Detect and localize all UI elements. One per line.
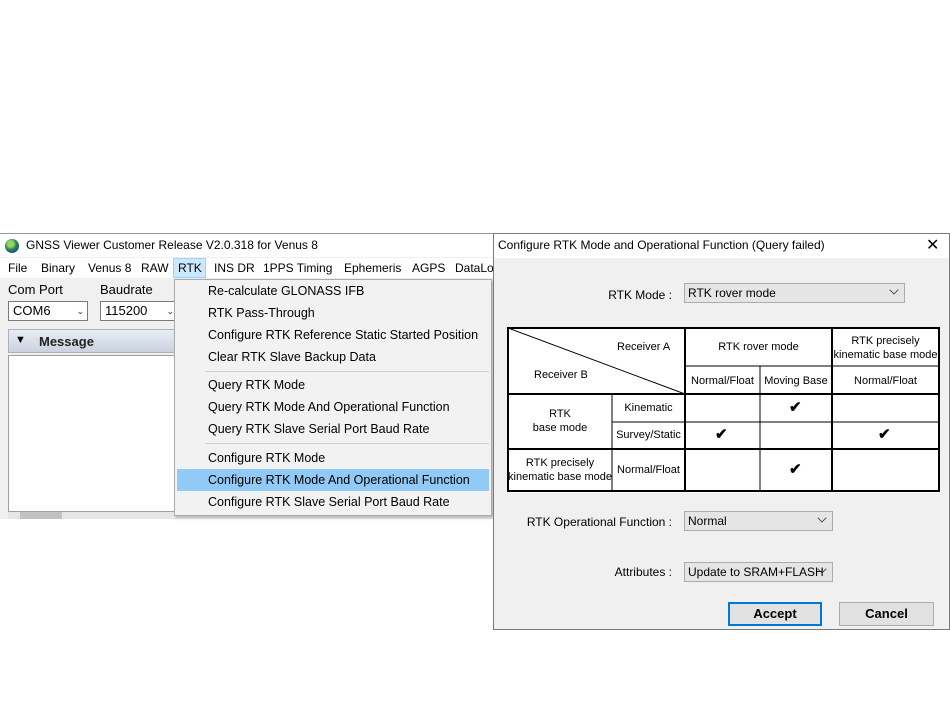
menu-item-query-rtk-mode-opfunc[interactable]: Query RTK Mode And Operational Function bbox=[177, 396, 489, 418]
menu-item-rtk-pass-through[interactable]: RTK Pass-Through bbox=[177, 302, 489, 324]
rtk-mode-value: RTK rover mode bbox=[688, 286, 776, 300]
attributes-value: Update to SRAM+FLASH bbox=[688, 565, 824, 579]
chevron-down-icon: ⌄ bbox=[76, 306, 84, 316]
cancel-button[interactable]: Cancel bbox=[839, 602, 934, 626]
row-group-base-l1: RTK bbox=[549, 408, 571, 420]
row-survey-static: Survey/Static bbox=[616, 429, 681, 441]
menu-agps[interactable]: AGPS bbox=[408, 258, 449, 278]
menu-item-recalc-glonass-ifb[interactable]: Re-calculate GLONASS IFB bbox=[177, 280, 489, 302]
col-group-pkb-l2: kinematic base mode bbox=[833, 349, 938, 361]
row-group-base-l2: base mode bbox=[532, 422, 588, 434]
dialog-titlebar: Configure RTK Mode and Operational Funct… bbox=[494, 234, 949, 258]
receiver-b-label: Receiver B bbox=[534, 369, 588, 381]
op-function-select[interactable]: Normal bbox=[684, 511, 833, 531]
menu-file[interactable]: File bbox=[4, 258, 31, 278]
dialog-title: Configure RTK Mode and Operational Funct… bbox=[498, 238, 825, 252]
rtk-dropdown-menu: Re-calculate GLONASS IFB RTK Pass-Throug… bbox=[174, 279, 492, 516]
col-normal-float: Normal/Float bbox=[691, 375, 754, 387]
close-icon[interactable]: ✕ bbox=[926, 235, 939, 255]
menubar: File Binary Venus 8 RAW RTK INS DR 1PPS … bbox=[0, 258, 496, 278]
row-normal-float: Normal/Float bbox=[617, 464, 680, 476]
chevron-down-icon bbox=[889, 285, 899, 295]
col-group-pkb-l1: RTK precisely bbox=[851, 335, 920, 347]
row-group-pkb-l2: kinematic base mode bbox=[508, 471, 612, 483]
main-titlebar: GNSS Viewer Customer Release V2.0.318 fo… bbox=[0, 234, 496, 257]
scrollbar-thumb[interactable] bbox=[20, 512, 62, 519]
globe-icon bbox=[5, 239, 19, 253]
configure-rtk-dialog: Configure RTK Mode and Operational Funct… bbox=[493, 233, 950, 630]
row-kinematic: Kinematic bbox=[624, 402, 673, 414]
op-function-value: Normal bbox=[688, 514, 727, 528]
menu-insdr[interactable]: INS DR bbox=[210, 258, 259, 278]
menu-item-config-rtk-mode-opfunc[interactable]: Configure RTK Mode And Operational Funct… bbox=[177, 469, 489, 491]
baudrate-select[interactable]: 115200 ⌄ bbox=[100, 301, 176, 321]
rtk-mode-select[interactable]: RTK rover mode bbox=[684, 283, 905, 303]
rtk-mode-label: RTK Mode : bbox=[608, 288, 672, 302]
check-icon: ✔ bbox=[789, 399, 802, 416]
baudrate-value: 115200 bbox=[105, 303, 148, 318]
menu-rtk[interactable]: RTK bbox=[173, 258, 206, 278]
com-port-select[interactable]: COM6 ⌄ bbox=[8, 301, 88, 321]
menu-item-config-ref-static-pos[interactable]: Configure RTK Reference Static Started P… bbox=[177, 324, 489, 346]
accept-button[interactable]: Accept bbox=[728, 602, 822, 626]
com-port-value: COM6 bbox=[13, 303, 51, 318]
menu-item-query-rtk-mode[interactable]: Query RTK Mode bbox=[177, 374, 489, 396]
main-window-title: GNSS Viewer Customer Release V2.0.318 fo… bbox=[26, 238, 318, 252]
op-function-label: RTK Operational Function : bbox=[526, 515, 672, 529]
col-group-rover: RTK rover mode bbox=[718, 341, 799, 353]
menu-item-config-slave-baud[interactable]: Configure RTK Slave Serial Port Baud Rat… bbox=[177, 491, 489, 513]
menu-binary[interactable]: Binary bbox=[37, 258, 79, 278]
menu-item-config-rtk-mode[interactable]: Configure RTK Mode bbox=[177, 447, 489, 469]
menu-ephemeris[interactable]: Ephemeris bbox=[340, 258, 405, 278]
message-area[interactable] bbox=[8, 355, 178, 512]
baudrate-label: Baudrate bbox=[100, 282, 153, 297]
menu-raw[interactable]: RAW bbox=[137, 258, 173, 278]
attributes-select[interactable]: Update to SRAM+FLASH bbox=[684, 562, 833, 582]
menu-venus8[interactable]: Venus 8 bbox=[84, 258, 135, 278]
menu-1pps-timing[interactable]: 1PPS Timing bbox=[259, 258, 336, 278]
col-moving-base: Moving Base bbox=[764, 375, 828, 387]
com-port-label: Com Port bbox=[8, 282, 63, 297]
message-label: Message bbox=[39, 334, 94, 349]
check-icon: ✔ bbox=[789, 461, 802, 478]
check-icon: ✔ bbox=[715, 426, 728, 443]
mode-compatibility-table: Receiver A Receiver B RTK rover mode RTK… bbox=[507, 327, 940, 493]
row-group-pkb-l1: RTK precisely bbox=[525, 457, 595, 469]
receiver-a-label: Receiver A bbox=[617, 341, 671, 353]
chevron-down-icon: ⌄ bbox=[166, 306, 174, 316]
menu-separator bbox=[205, 443, 489, 444]
message-panel-header[interactable]: ▼ Message bbox=[8, 329, 178, 353]
collapse-triangle-icon: ▼ bbox=[15, 334, 26, 346]
menu-item-clear-slave-backup[interactable]: Clear RTK Slave Backup Data bbox=[177, 346, 489, 368]
menu-datalog[interactable]: DataLo bbox=[451, 258, 498, 278]
col-normal-float-2: Normal/Float bbox=[854, 375, 917, 387]
chevron-down-icon bbox=[817, 513, 827, 523]
menu-separator bbox=[205, 371, 489, 372]
attributes-label: Attributes : bbox=[614, 565, 672, 579]
menu-item-query-slave-baud[interactable]: Query RTK Slave Serial Port Baud Rate bbox=[177, 418, 489, 440]
check-icon: ✔ bbox=[878, 426, 891, 443]
